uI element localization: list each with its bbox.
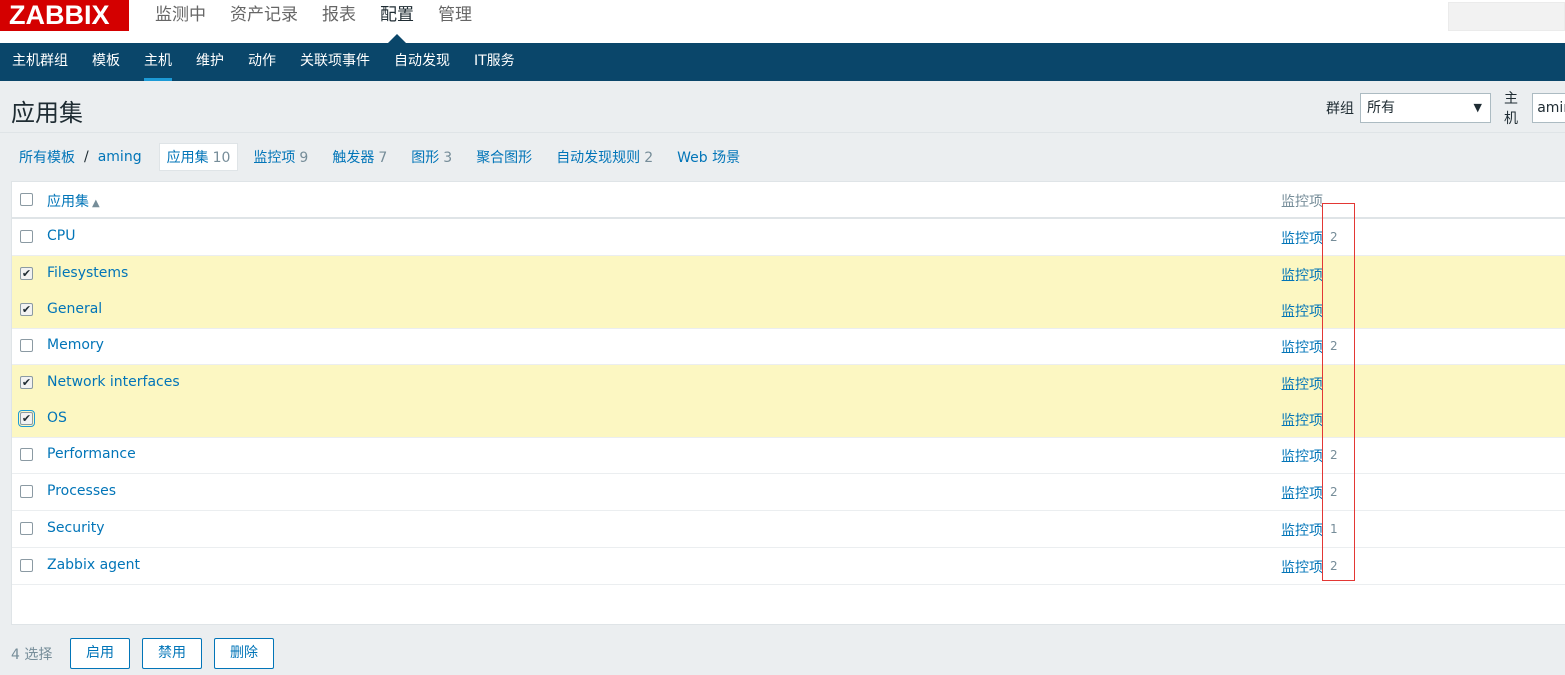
items-count: 2	[1330, 230, 1338, 244]
host-select-value: aming	[1537, 100, 1565, 116]
page-title: 应用集	[11, 99, 83, 127]
tab-graphs[interactable]: 图形 3	[404, 144, 459, 170]
table-row: ✔ General 监控项	[12, 292, 1565, 329]
table-row: ✔ Network interfaces 监控项	[12, 365, 1565, 402]
sub-menu-hosts[interactable]: 主机	[132, 43, 184, 81]
application-name-link[interactable]: OS	[47, 410, 67, 426]
table-row: ✔ OS 监控项	[12, 401, 1565, 438]
items-count: 1	[1330, 522, 1338, 536]
mass-action-bar: 4 选择 启用 禁用 删除	[0, 625, 1565, 675]
row-checkbox[interactable]: ✔	[20, 267, 33, 280]
tab-applications[interactable]: 应用集 10	[158, 143, 239, 171]
application-name-link[interactable]: Security	[47, 520, 105, 536]
table-row: Memory 监控项 2	[12, 328, 1565, 365]
row-checkbox[interactable]: ✔	[18, 410, 35, 427]
sort-ascending-icon: ▲	[92, 198, 100, 209]
breadcrumb-host[interactable]: aming	[91, 146, 149, 168]
application-name-link[interactable]: CPU	[47, 228, 75, 244]
breadcrumb-all-templates[interactable]: 所有模板	[12, 144, 82, 170]
application-name-link[interactable]: Zabbix agent	[47, 557, 140, 573]
application-name-link[interactable]: Memory	[47, 337, 104, 353]
table-row: CPU 监控项 2	[12, 219, 1565, 256]
sub-menu-actions[interactable]: 动作	[236, 43, 288, 81]
top-bar: ZABBIX 监测中 资产记录 报表 配置 管理	[0, 0, 1565, 43]
row-checkbox[interactable]	[20, 339, 33, 352]
row-checkbox[interactable]: ✔	[20, 303, 33, 316]
application-name-link[interactable]: General	[47, 301, 102, 317]
row-checkbox[interactable]	[20, 559, 33, 572]
column-header-items: 监控项	[1281, 194, 1323, 210]
sub-menu-maintenance[interactable]: 维护	[184, 43, 236, 81]
delete-button[interactable]: 删除	[214, 638, 274, 669]
items-link[interactable]: 监控项	[1281, 557, 1323, 577]
table-row: Processes 监控项 2	[12, 474, 1565, 511]
host-filter-label: 主机	[1504, 91, 1518, 127]
global-search-input[interactable]	[1448, 2, 1565, 31]
table-row: Performance 监控项 2	[12, 437, 1565, 474]
row-checkbox[interactable]	[20, 448, 33, 461]
main-menu-administration[interactable]: 管理	[426, 0, 484, 43]
items-link[interactable]: 监控项	[1281, 410, 1323, 430]
tab-triggers[interactable]: 触发器 7	[325, 144, 394, 170]
tab-discovery-rules[interactable]: 自动发现规则 2	[549, 144, 660, 170]
breadcrumb-separator: /	[84, 149, 89, 165]
table-row: Zabbix agent 监控项 2	[12, 548, 1565, 585]
zabbix-logo[interactable]: ZABBIX	[0, 0, 129, 31]
sub-menu-host-groups[interactable]: 主机群组	[0, 43, 80, 81]
select-all-checkbox[interactable]	[20, 193, 33, 206]
items-count: 2	[1330, 448, 1338, 462]
items-link[interactable]: 监控项	[1281, 301, 1323, 321]
main-menu: 监测中 资产记录 报表 配置 管理	[143, 0, 484, 43]
group-filter: 群组 所有 ▼	[1326, 93, 1491, 123]
items-link[interactable]: 监控项	[1281, 228, 1323, 248]
page-header: 应用集 群组 所有 ▼ 主机 aming	[0, 81, 1565, 133]
items-link[interactable]: 监控项	[1281, 483, 1323, 503]
host-filter: 主机 aming	[1504, 91, 1565, 127]
items-count: 2	[1330, 559, 1338, 573]
application-name-link[interactable]: Performance	[47, 446, 136, 462]
tab-items[interactable]: 监控项 9	[246, 144, 315, 170]
application-name-link[interactable]: Filesystems	[47, 265, 128, 281]
main-menu-monitoring[interactable]: 监测中	[143, 0, 218, 43]
row-checkbox[interactable]	[20, 485, 33, 498]
items-count: 2	[1330, 485, 1338, 499]
row-checkbox[interactable]	[20, 522, 33, 535]
tab-web-scenarios[interactable]: Web 场景	[670, 144, 747, 170]
applications-table: 应用集 ▲ 监控项 CPU 监控项 2 ✔ Filesystems 监控项 ✔ G…	[11, 181, 1565, 625]
group-select[interactable]: 所有 ▼	[1360, 93, 1491, 123]
main-menu-configuration[interactable]: 配置	[368, 0, 426, 43]
main-menu-inventory[interactable]: 资产记录	[218, 0, 310, 43]
dropdown-arrow-icon: ▼	[1473, 101, 1482, 114]
items-link[interactable]: 监控项	[1281, 520, 1323, 540]
items-link[interactable]: 监控项	[1281, 446, 1323, 466]
selected-count: 4 选择	[11, 647, 53, 663]
main-menu-reports[interactable]: 报表	[310, 0, 368, 43]
row-checkbox[interactable]: ✔	[20, 376, 33, 389]
sub-menu: 主机群组 模板 主机 维护 动作 关联项事件 自动发现 IT服务	[0, 43, 1565, 81]
sub-menu-templates[interactable]: 模板	[80, 43, 132, 81]
column-header-name[interactable]: 应用集 ▲	[47, 191, 100, 211]
host-select[interactable]: aming	[1532, 93, 1565, 123]
group-select-value: 所有	[1367, 100, 1395, 116]
breadcrumb: 所有模板 / aming 应用集 10 监控项 9 触发器 7 图形 3 聚合图形 自动…	[0, 133, 1565, 181]
enable-button[interactable]: 启用	[70, 638, 130, 669]
items-count: 2	[1330, 339, 1338, 353]
items-link[interactable]: 监控项	[1281, 337, 1323, 357]
group-filter-label: 群组	[1326, 101, 1354, 117]
application-name-link[interactable]: Network interfaces	[47, 374, 180, 390]
tab-screens[interactable]: 聚合图形	[469, 144, 539, 170]
sub-menu-discovery[interactable]: 自动发现	[382, 43, 462, 81]
row-checkbox[interactable]	[20, 230, 33, 243]
items-link[interactable]: 监控项	[1281, 374, 1323, 394]
sub-menu-event-correlation[interactable]: 关联项事件	[288, 43, 382, 81]
sub-menu-it-services[interactable]: IT服务	[462, 43, 527, 81]
table-row: Security 监控项 1	[12, 511, 1565, 548]
application-name-link[interactable]: Processes	[47, 483, 116, 499]
items-link[interactable]: 监控项	[1281, 265, 1323, 285]
table-header: 应用集 ▲ 监控项	[12, 182, 1565, 219]
disable-button[interactable]: 禁用	[142, 638, 202, 669]
table-row: ✔ Filesystems 监控项	[12, 256, 1565, 293]
